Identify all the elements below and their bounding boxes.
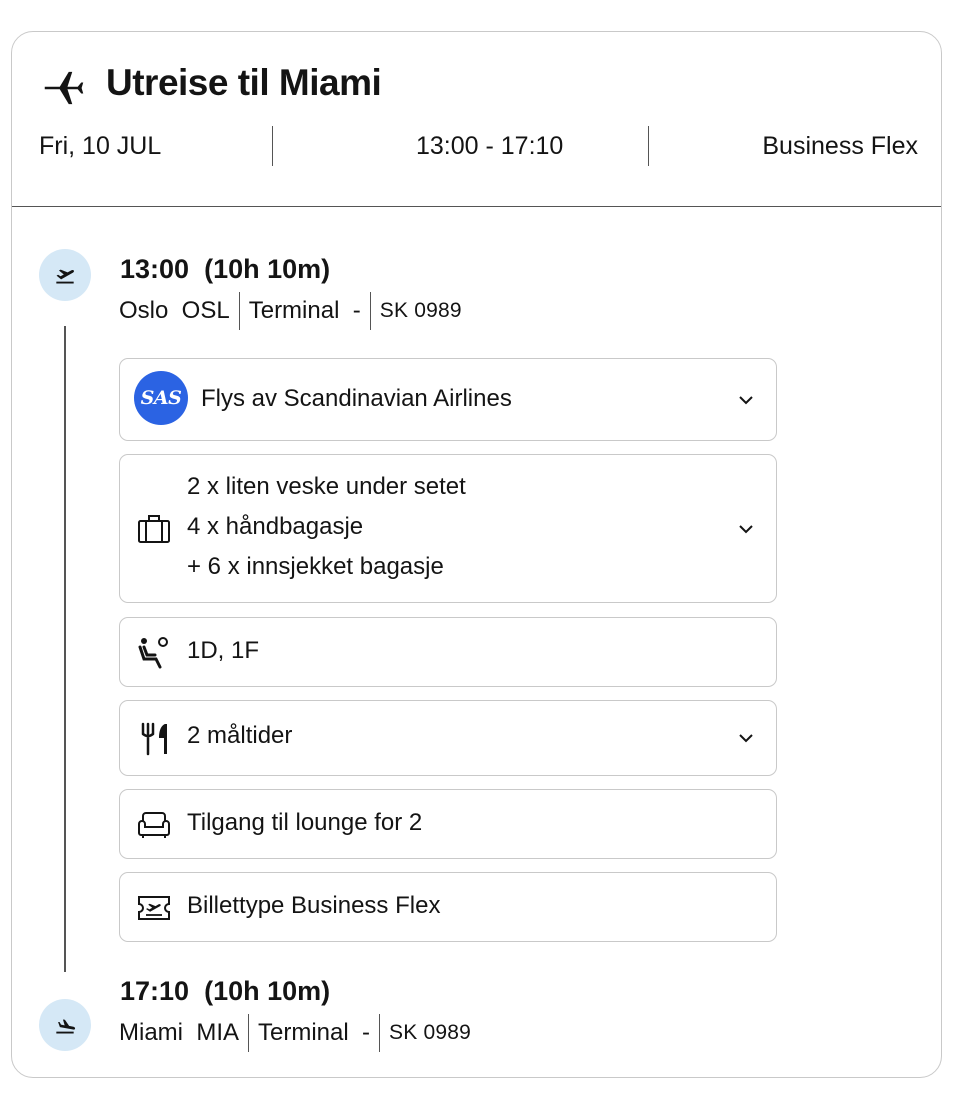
ticket-icon (138, 896, 170, 920)
takeoff-icon (39, 249, 91, 301)
trip-header: Utreise til Miami Fri, 10 JUL 13:00 - 17… (12, 32, 941, 207)
trip-time-range: 13:00 - 17:10 (416, 132, 564, 160)
meals-accordion[interactable]: 2 måltider (119, 700, 777, 776)
departure-time: 13:00 (10h 10m) (120, 254, 331, 284)
divider (272, 126, 273, 166)
suitcase-icon (138, 515, 170, 543)
lounge-item: Tilgang til lounge for 2 (119, 789, 777, 859)
ticket-type-item: Billettype Business Flex (119, 872, 777, 942)
chevron-down-icon (739, 396, 753, 405)
seats-item: 1D, 1F (119, 617, 777, 687)
airplane-icon (44, 71, 84, 105)
seat-icon (138, 637, 168, 669)
trip-fare: Business Flex (762, 132, 918, 160)
chevron-down-icon (739, 525, 753, 534)
baggage-accordion[interactable]: 2 x liten veske under setet 4 x håndbaga… (119, 454, 777, 603)
ticket-label: Billettype Business Flex (187, 892, 441, 919)
seats-label: 1D, 1F (187, 637, 260, 664)
page-title: Utreise til Miami (106, 62, 382, 103)
flight-details-card: Utreise til Miami Fri, 10 JUL 13:00 - 17… (11, 31, 942, 1078)
baggage-line: 4 x håndbagasje (187, 513, 364, 540)
cutlery-icon (141, 722, 167, 756)
departure-terminal: Terminal - (248, 297, 361, 324)
departure-airport: Oslo OSL (119, 297, 230, 324)
baggage-line: 2 x liten veske under setet (187, 473, 466, 500)
trip-summary: Fri, 10 JUL 13:00 - 17:10 Business Flex (39, 126, 918, 166)
departure-flight-number: SK 0989 (379, 299, 462, 322)
arrival-terminal: Terminal - (258, 1019, 371, 1046)
arrival-airport: Miami MIA (119, 1019, 239, 1046)
landing-icon (39, 999, 91, 1051)
meals-label: 2 måltider (187, 722, 293, 749)
arrival-info: Miami MIA Terminal - SK 0989 (119, 1014, 471, 1052)
divider (648, 126, 649, 166)
arrival-time: 17:10 (10h 10m) (120, 976, 331, 1006)
baggage-line: + 6 x innsjekket bagasje (187, 553, 444, 580)
timeline-line (64, 326, 66, 972)
airline-label: Flys av Scandinavian Airlines (201, 385, 512, 412)
sofa-icon (138, 812, 170, 838)
airline-accordion[interactable]: SAS Flys av Scandinavian Airlines (119, 358, 777, 441)
chevron-down-icon (739, 734, 753, 743)
sas-logo: SAS (134, 371, 188, 425)
lounge-label: Tilgang til lounge for 2 (187, 809, 423, 836)
arrival-flight-number: SK 0989 (389, 1021, 471, 1044)
trip-date: Fri, 10 JUL (39, 132, 162, 160)
departure-info: Oslo OSL Terminal - SK 0989 (119, 292, 462, 330)
